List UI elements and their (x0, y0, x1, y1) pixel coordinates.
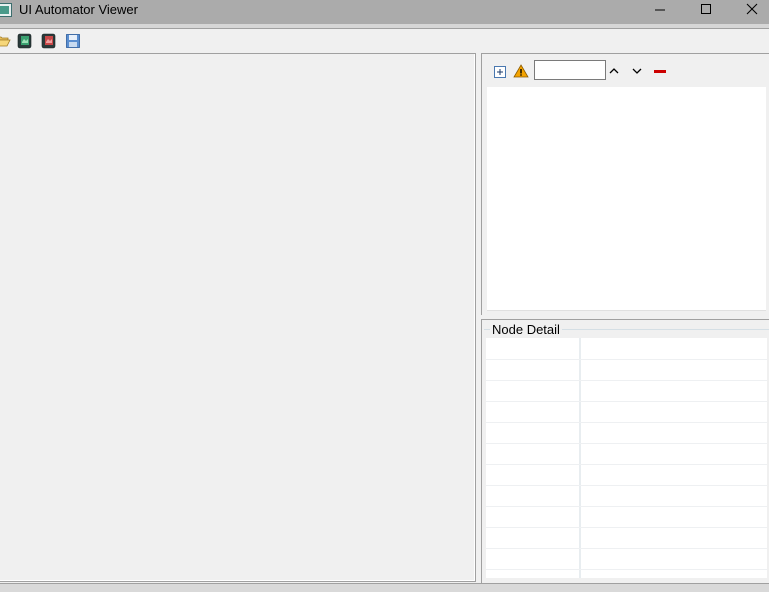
chevron-down-icon[interactable] (629, 63, 645, 79)
table-row (486, 464, 767, 465)
search-input[interactable] (534, 60, 606, 80)
device-screenshot-compressed-button[interactable] (40, 32, 58, 50)
save-button[interactable] (64, 32, 82, 50)
window-title: UI Automator Viewer (19, 2, 138, 17)
device-screenshot-button[interactable] (16, 32, 34, 50)
warning-icon[interactable] (513, 63, 529, 79)
column-separator (579, 338, 581, 578)
close-icon (746, 3, 758, 15)
expand-all-icon[interactable] (492, 63, 508, 79)
open-button[interactable] (0, 32, 12, 50)
table-row (486, 485, 767, 486)
clear-icon[interactable] (652, 63, 668, 79)
table-row (486, 422, 767, 423)
main-toolbar (0, 29, 769, 52)
table-row (486, 359, 767, 360)
app-icon (0, 3, 12, 17)
maximize-icon (701, 4, 711, 14)
table-row (486, 548, 767, 549)
hierarchy-panel (481, 53, 769, 316)
tree-toolbar (482, 54, 769, 86)
table-row (486, 569, 767, 570)
table-row (486, 380, 767, 381)
device-screenshot-compressed-icon (41, 33, 56, 49)
minimize-icon (655, 9, 665, 11)
save-icon (66, 34, 80, 48)
device-screenshot-icon (17, 33, 32, 49)
node-detail-table[interactable] (486, 338, 767, 578)
hierarchy-tree[interactable] (487, 87, 766, 311)
screenshot-canvas[interactable] (0, 53, 476, 582)
folder-open-icon (0, 36, 11, 47)
table-row (486, 527, 767, 528)
close-button[interactable] (729, 0, 769, 24)
node-detail-panel: Node Detail (481, 319, 769, 584)
minimize-button[interactable] (637, 0, 683, 24)
table-row (486, 401, 767, 402)
title-bar: UI Automator Viewer (0, 0, 769, 24)
node-detail-title: Node Detail (490, 322, 562, 337)
maximize-button[interactable] (683, 0, 729, 24)
table-row (486, 443, 767, 444)
table-row (486, 506, 767, 507)
chevron-up-icon[interactable] (606, 63, 622, 79)
